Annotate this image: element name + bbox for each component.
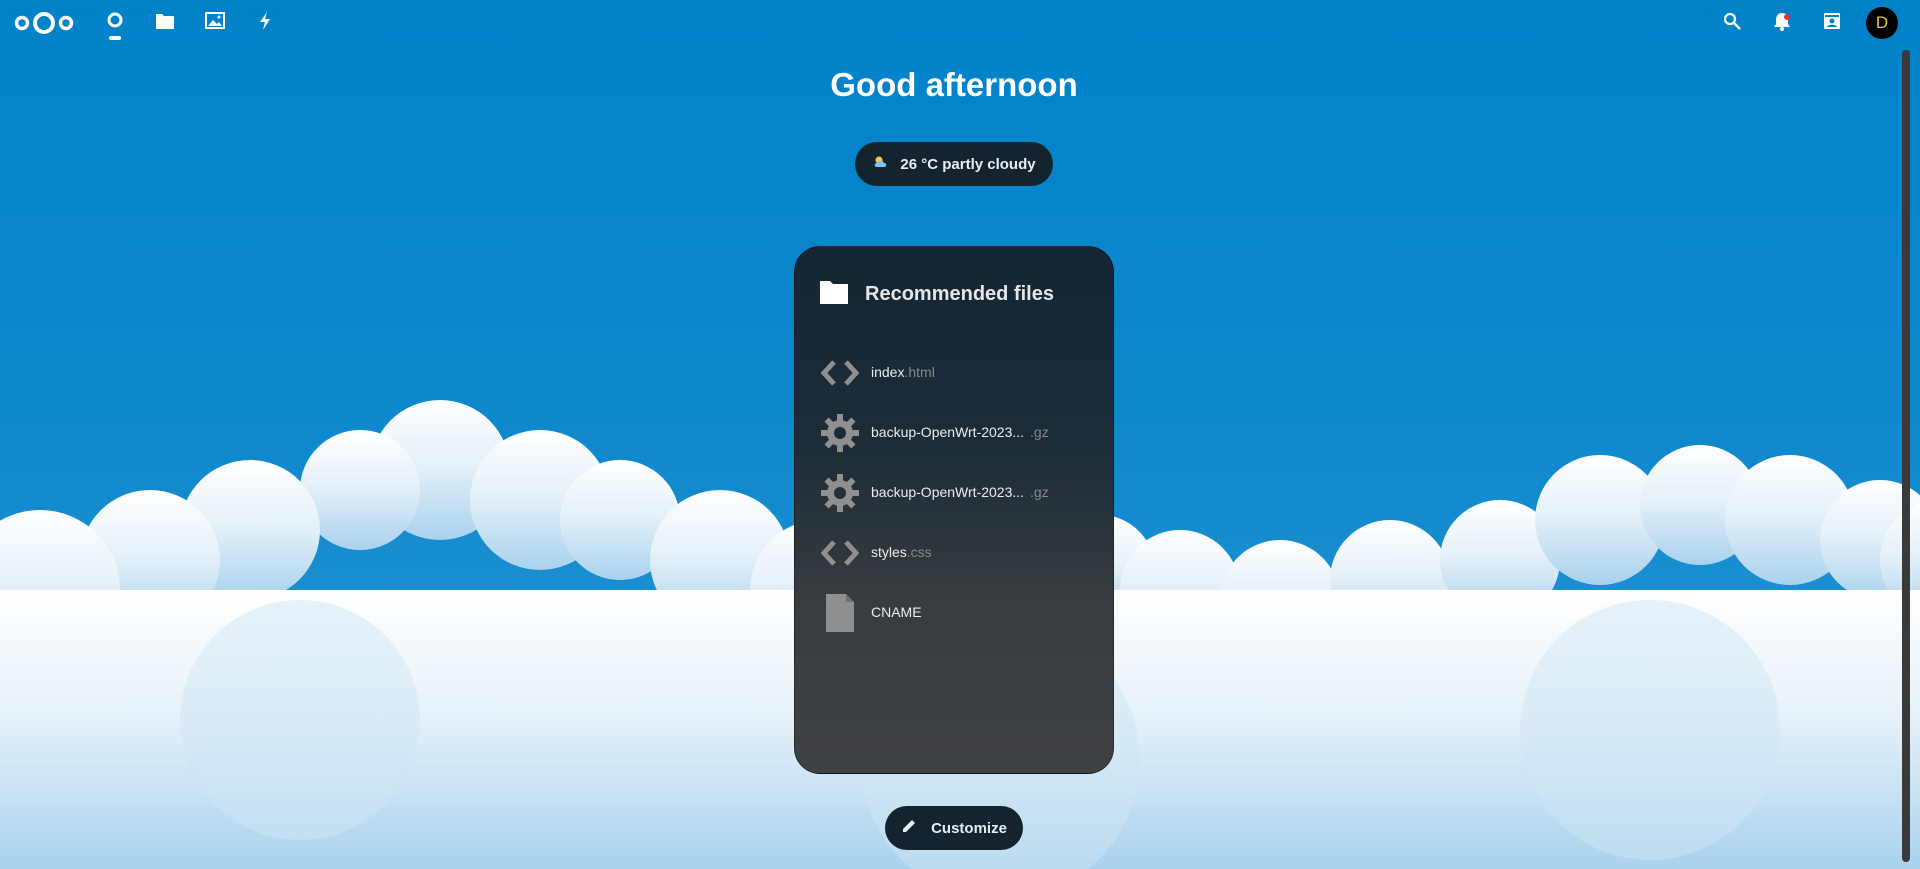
- image-icon: [205, 11, 225, 35]
- contacts-icon: [1823, 12, 1841, 35]
- weather-text: 26 °C partly cloudy: [900, 155, 1036, 173]
- nav-activity[interactable]: [247, 8, 283, 38]
- file-extension: .css: [906, 544, 932, 560]
- file-icon: [819, 592, 861, 634]
- nav-files[interactable]: [147, 8, 183, 38]
- search-icon: [1723, 12, 1741, 35]
- recommended-file-list: index.html backup-OpenWrt-2023... .gz bac…: [819, 343, 1099, 643]
- file-extension: .gz: [1030, 424, 1049, 440]
- pencil-icon: [901, 818, 917, 838]
- file-name: index: [871, 364, 905, 380]
- panel-title: Recommended files: [865, 283, 1054, 305]
- file-name: backup-OpenWrt-2023...: [871, 424, 1025, 440]
- file-name: CNAME: [871, 604, 922, 620]
- file-name: styles: [871, 544, 907, 560]
- notifications-button[interactable]: [1764, 8, 1800, 38]
- list-item[interactable]: styles.css: [819, 523, 1099, 583]
- list-item[interactable]: CNAME: [819, 583, 1099, 643]
- nav-dashboard[interactable]: [97, 8, 133, 40]
- file-extension: .html: [904, 364, 935, 380]
- user-avatar[interactable]: D: [1866, 7, 1898, 39]
- partly-cloudy-icon: [872, 155, 890, 173]
- nav-photos[interactable]: [197, 8, 233, 38]
- gear-icon: [819, 472, 861, 514]
- greeting-title: Good afternoon: [830, 66, 1078, 103]
- lightning-icon: [257, 11, 273, 36]
- notification-badge: [1784, 14, 1790, 20]
- folder-icon: [155, 12, 175, 35]
- page-scrollbar[interactable]: [1902, 50, 1910, 862]
- list-item[interactable]: backup-OpenWrt-2023... .gz: [819, 403, 1099, 463]
- dashboard-icon: [105, 11, 125, 36]
- folder-icon: [819, 279, 849, 310]
- code-icon: [819, 532, 861, 574]
- customize-label: Customize: [931, 819, 1007, 837]
- nextcloud-logo[interactable]: [12, 8, 76, 38]
- recommended-files-panel: Recommended files index.html backup-Open…: [794, 246, 1114, 774]
- weather-status-button[interactable]: 26 °C partly cloudy: [855, 142, 1053, 186]
- contacts-button[interactable]: [1814, 8, 1850, 38]
- search-button[interactable]: [1714, 8, 1750, 38]
- gear-icon: [819, 412, 861, 454]
- list-item[interactable]: index.html: [819, 343, 1099, 403]
- list-item[interactable]: backup-OpenWrt-2023... .gz: [819, 463, 1099, 523]
- customize-button[interactable]: Customize: [885, 806, 1023, 850]
- file-extension: .gz: [1030, 484, 1049, 500]
- avatar-letter: D: [1875, 13, 1889, 32]
- panel-header: Recommended files: [819, 279, 1054, 310]
- file-name: backup-OpenWrt-2023...: [871, 484, 1025, 500]
- header-bar: D: [0, 0, 1920, 46]
- code-icon: [819, 352, 861, 394]
